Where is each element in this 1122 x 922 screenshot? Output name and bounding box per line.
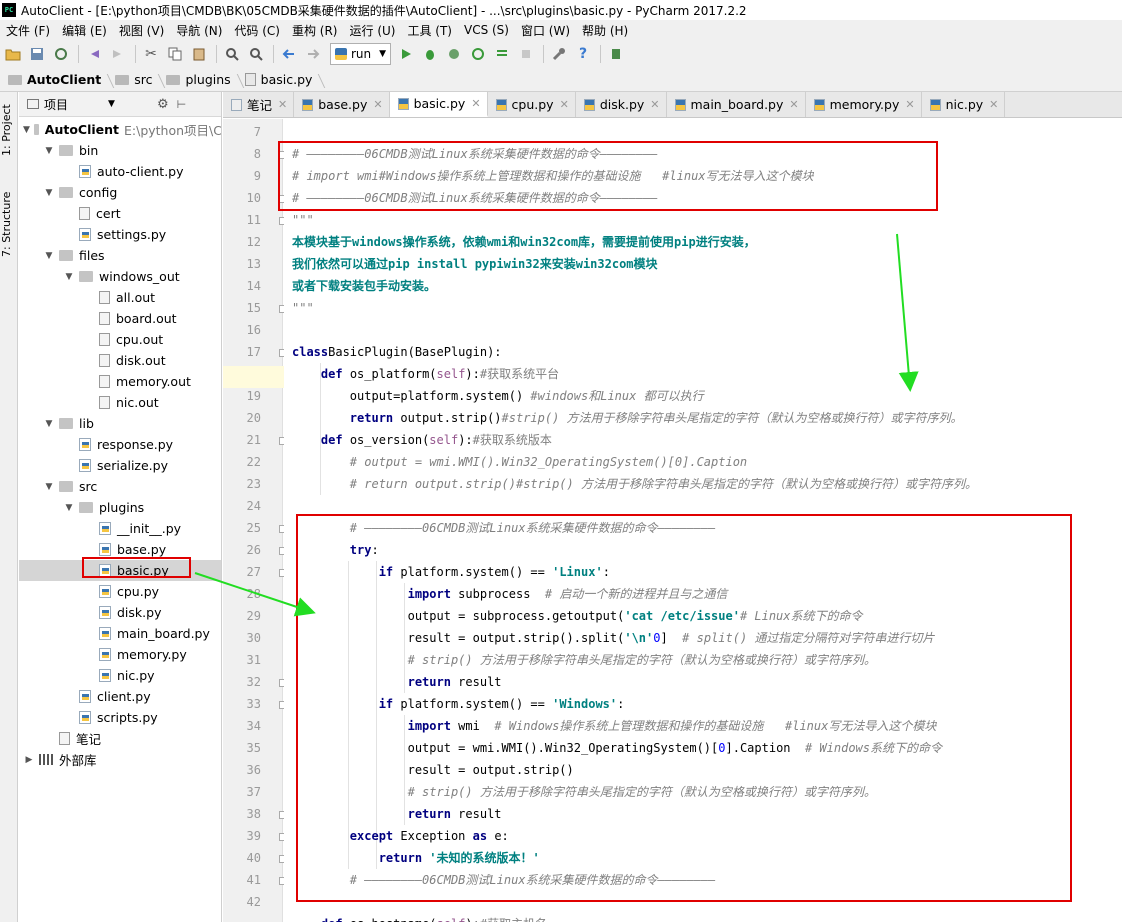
arrow-down [896, 233, 919, 392]
annotation-arrows [194, 233, 919, 617]
arrow-to-code [194, 572, 316, 617]
